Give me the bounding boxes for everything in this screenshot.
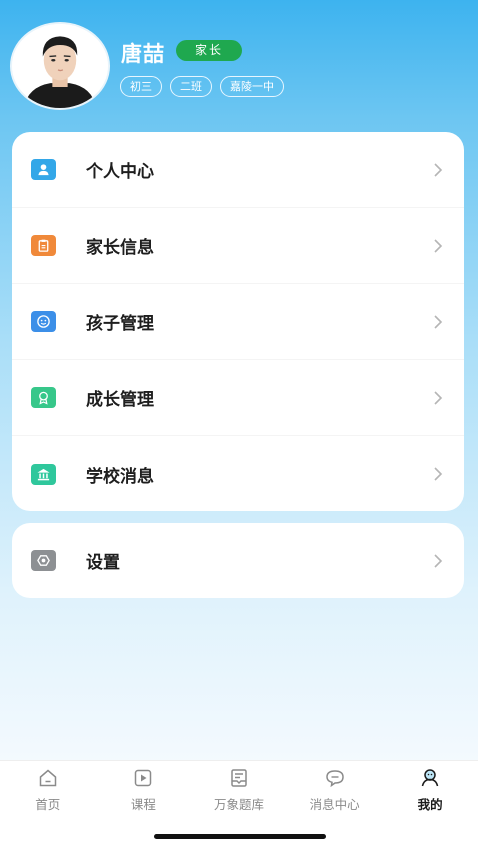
home-icon: [37, 767, 59, 789]
menu-item-label: 成长管理: [86, 390, 154, 410]
menu-item-label: 设置: [86, 553, 120, 573]
tab-label: 消息中心: [309, 797, 360, 812]
profile-header: 唐喆 家长 初三 二班 嘉陵一中: [10, 22, 470, 114]
profile-icon: [419, 767, 441, 789]
medal-icon: [31, 387, 56, 408]
menu-item-child-management[interactable]: 孩子管理: [12, 284, 464, 360]
question-bank-icon: [228, 767, 250, 789]
gear-icon: [31, 550, 56, 571]
menu-item-label: 家长信息: [86, 238, 154, 258]
menu-card: 个人中心 家长信息 孩子管理 成长管理 学校消息: [12, 132, 464, 511]
menu-item-label: 孩子管理: [86, 314, 154, 334]
tab-label: 万象题库: [213, 797, 264, 812]
menu-item-label: 学校消息: [86, 466, 154, 487]
tab-message-center[interactable]: 消息中心: [287, 767, 383, 813]
clipboard-icon: [31, 235, 56, 256]
home-indicator: [154, 834, 326, 839]
role-badge: 家长: [176, 40, 242, 61]
tab-mine[interactable]: 我的: [382, 767, 478, 813]
chevron-right-icon: [432, 238, 444, 254]
menu-item-school-messages[interactable]: 学校消息: [12, 436, 464, 512]
settings-card: 设置: [12, 523, 464, 598]
menu-item-personal-center[interactable]: 个人中心: [12, 132, 464, 208]
profile-tags: 初三 二班 嘉陵一中: [120, 76, 284, 97]
tab-home[interactable]: 首页: [0, 767, 96, 813]
chevron-right-icon: [432, 314, 444, 330]
tab-label: 我的: [417, 797, 443, 812]
tab-label: 课程: [130, 797, 156, 812]
tab-question-bank[interactable]: 万象题库: [191, 767, 287, 813]
menu-item-label: 个人中心: [86, 162, 154, 182]
face-icon: [31, 311, 56, 332]
user-icon: [31, 159, 56, 180]
chevron-right-icon: [432, 466, 444, 482]
avatar[interactable]: [10, 22, 110, 110]
tab-label: 首页: [35, 797, 61, 812]
tab-courses[interactable]: 课程: [96, 767, 192, 813]
menu-item-growth-management[interactable]: 成长管理: [12, 360, 464, 436]
chat-icon: [324, 767, 346, 789]
class-tag: 二班: [170, 76, 212, 97]
school-tag: 嘉陵一中: [220, 76, 284, 97]
chevron-right-icon: [432, 553, 444, 569]
menu-item-settings[interactable]: 设置: [12, 523, 464, 598]
menu-item-parent-info[interactable]: 家长信息: [12, 208, 464, 284]
user-name: 唐喆: [121, 42, 165, 66]
play-icon: [132, 767, 154, 789]
grade-tag: 初三: [120, 76, 162, 97]
school-icon: [31, 463, 56, 485]
chevron-right-icon: [432, 390, 444, 406]
chevron-right-icon: [432, 162, 444, 178]
